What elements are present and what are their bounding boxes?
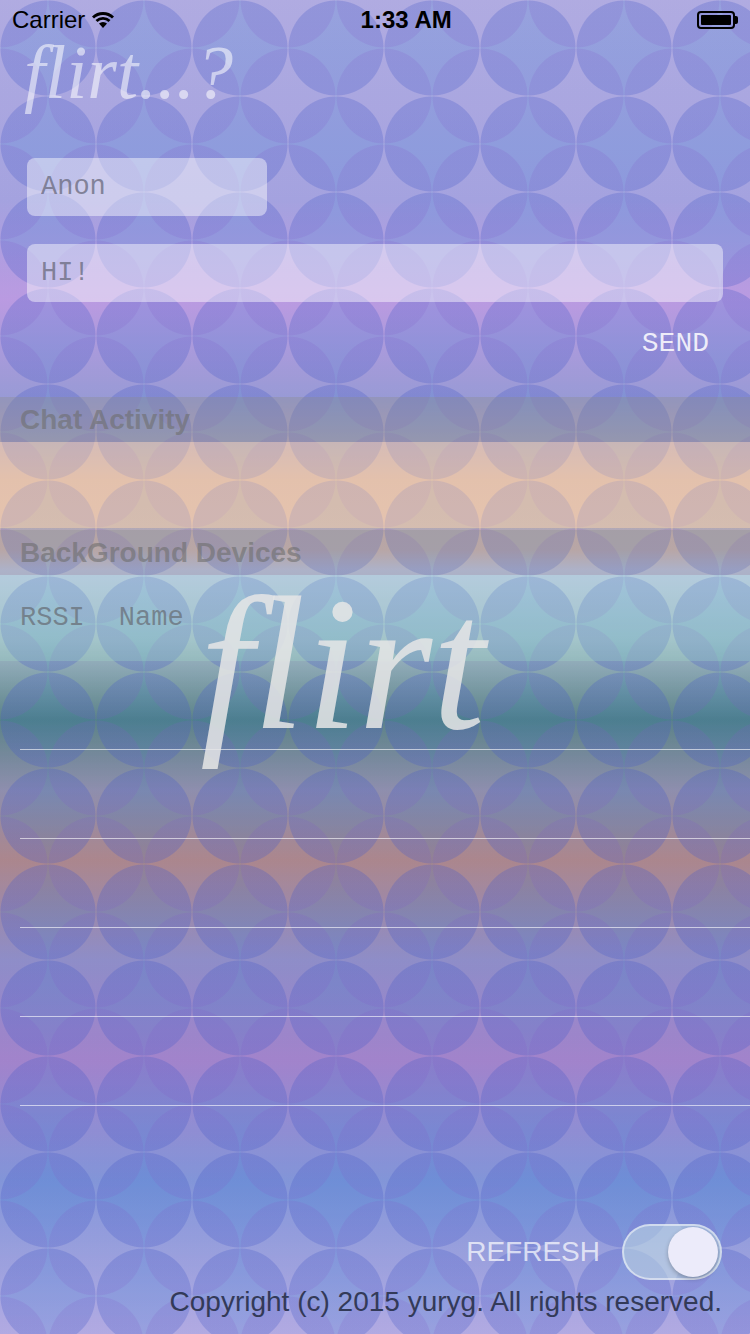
device-list xyxy=(20,661,750,1106)
device-row[interactable] xyxy=(20,928,750,1017)
column-label: RSSI xyxy=(20,603,85,633)
device-row[interactable] xyxy=(20,839,750,928)
carrier-label: Carrier xyxy=(12,6,85,34)
logo: flirt...? xyxy=(0,34,750,120)
footer: REFRESH Copyright (c) 2015 yuryg. All rig… xyxy=(0,1224,750,1334)
compose-form: SEND xyxy=(0,120,750,363)
refresh-button[interactable]: REFRESH xyxy=(458,1232,608,1272)
send-button[interactable]: SEND xyxy=(628,324,723,363)
name-field[interactable] xyxy=(27,158,267,216)
device-row[interactable] xyxy=(20,661,750,750)
wifi-icon xyxy=(91,11,115,29)
devices-columns: RSSI Name xyxy=(0,575,750,661)
refresh-toggle[interactable] xyxy=(622,1224,722,1280)
chat-row xyxy=(0,442,750,528)
battery-icon xyxy=(697,11,735,29)
device-row[interactable] xyxy=(20,750,750,839)
watermark: flirt xyxy=(200,560,485,769)
devices-header: BackGround Devices xyxy=(0,530,750,575)
copyright: Copyright (c) 2015 yuryg. All rights res… xyxy=(28,1286,722,1318)
device-row[interactable] xyxy=(20,1017,750,1106)
clock: 1:33 AM xyxy=(361,6,452,34)
message-field[interactable] xyxy=(27,244,723,302)
column-label: Name xyxy=(119,603,184,633)
screen: Carrier 1:33 AMflirt...? SEND Chat Activity… xyxy=(0,0,750,1334)
chat-header: Chat Activity xyxy=(0,397,750,442)
